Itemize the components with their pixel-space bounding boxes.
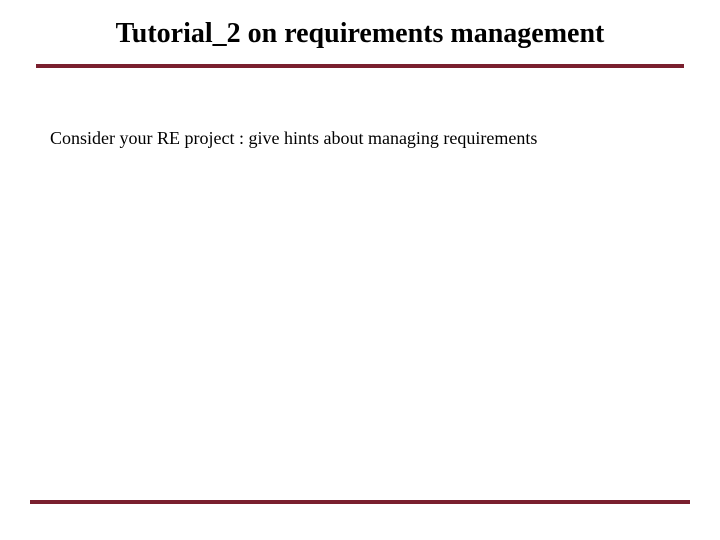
slide-container: Tutorial_2 on requirements management Co…: [0, 0, 720, 540]
title-divider: [36, 64, 684, 68]
slide-body-text: Consider your RE project : give hints ab…: [50, 128, 720, 149]
footer-divider: [30, 500, 690, 504]
slide-title: Tutorial_2 on requirements management: [0, 0, 720, 64]
